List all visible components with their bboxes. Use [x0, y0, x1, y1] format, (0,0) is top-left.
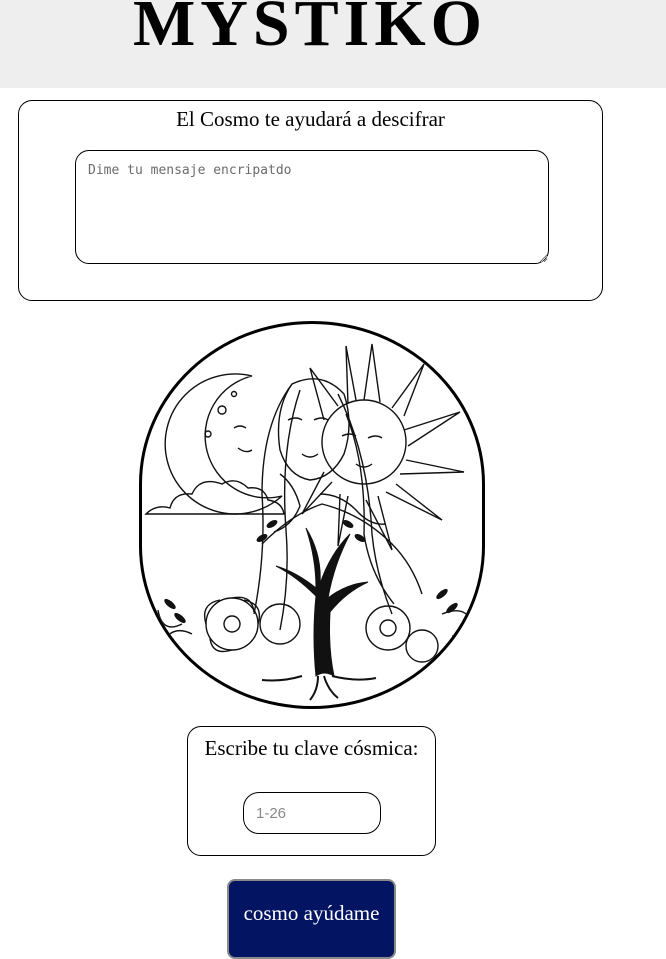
- moon-sun-woman-tree-illustration: [139, 321, 485, 709]
- decrypt-panel: El Cosmo te ayudará a descifrar: [18, 100, 603, 301]
- cosmic-key-panel: Escribe tu clave cósmica:: [187, 726, 436, 856]
- header-bar: MYSTIKO: [0, 0, 666, 88]
- decrypt-panel-title: El Cosmo te ayudará a descifrar: [176, 107, 445, 131]
- encrypted-message-textarea[interactable]: [75, 150, 549, 264]
- brand-title: MYSTIKO: [132, 0, 488, 60]
- cosmic-key-label: Escribe tu clave cósmica:: [204, 736, 419, 760]
- cosmo-help-button[interactable]: cosmo ayúdame: [227, 879, 396, 959]
- cosmic-key-input[interactable]: [243, 792, 381, 834]
- leaves-icon: [164, 520, 458, 624]
- tree-icon: [261, 527, 377, 701]
- sun-icon: [301, 343, 465, 551]
- illustration-svg: [144, 343, 477, 701]
